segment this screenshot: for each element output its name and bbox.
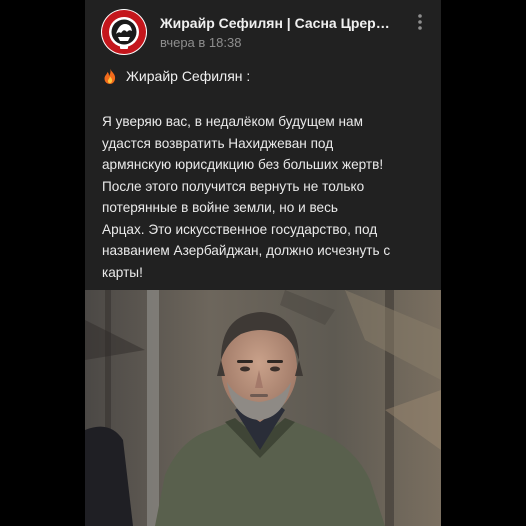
man-portrait-photo <box>85 290 441 526</box>
fire-icon <box>102 67 118 85</box>
post-text: Я уверяю вас, в недалёком будущем нам уд… <box>102 111 432 283</box>
post-text-line: Арцах. Это искусственное государство, по… <box>102 221 378 237</box>
post-text-line: карты! <box>102 264 143 280</box>
post-timestamp: вчера в 18:38 <box>160 35 242 50</box>
channel-avatar[interactable] <box>101 9 147 55</box>
post-text-line: названием Азербайджан, должно исчезнуть … <box>102 243 391 258</box>
post-text-line: потерянные в войне земли, но и весь <box>102 200 338 215</box>
channel-title[interactable]: Жирайр Сефилян | Сасна Црер… <box>160 14 400 32</box>
more-vertical-icon[interactable] <box>414 13 426 31</box>
left-border <box>0 0 85 526</box>
right-border <box>441 0 526 526</box>
author-name: Жирайр Сефилян : <box>126 68 251 84</box>
post-text-line: армянскую юрисдикцию без больших жертв! <box>102 157 384 172</box>
post-text-line: удастся возвратить Нахиджеван под <box>102 135 334 151</box>
post-photo[interactable] <box>85 290 441 526</box>
author-line: Жирайр Сефилян : <box>102 66 250 86</box>
post-text-line: После этого получится вернуть не только <box>102 178 365 194</box>
channel-logo <box>102 10 146 54</box>
post-text-line: Я уверяю вас, в недалёком будущем нам <box>102 114 363 129</box>
